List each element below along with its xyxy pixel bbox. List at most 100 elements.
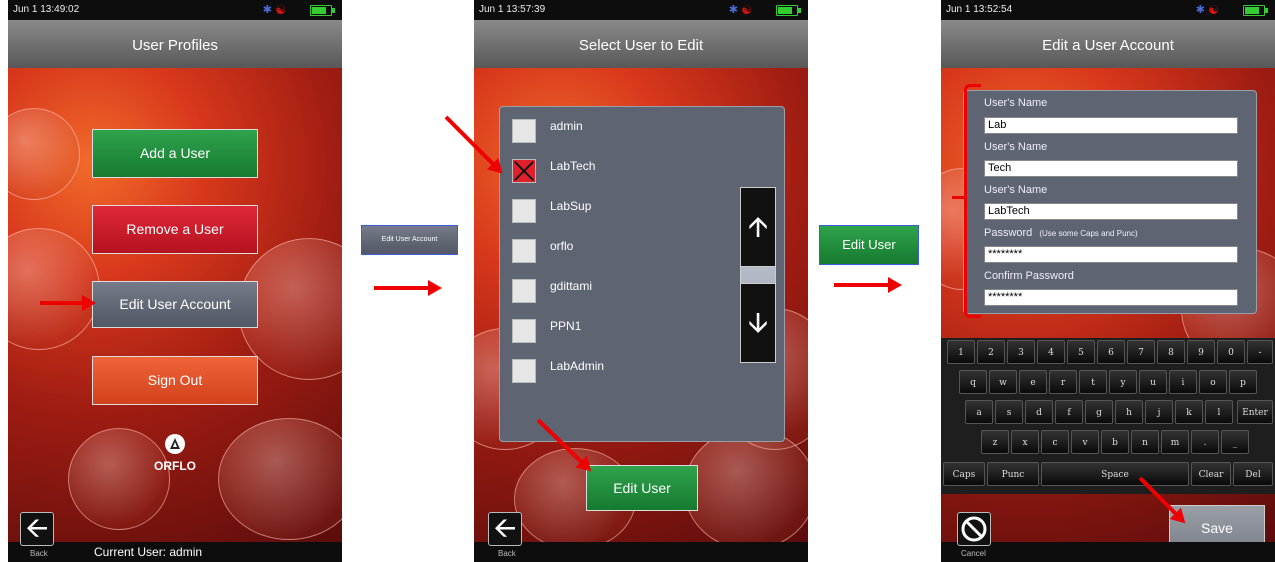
bluetooth-icon: ✱ bbox=[728, 4, 738, 16]
orflo-logo: ORFLO bbox=[150, 432, 200, 482]
annotation-arrow bbox=[834, 277, 902, 293]
status-time: Jun 1 13:52:54 bbox=[946, 4, 1013, 15]
user-checkbox[interactable] bbox=[512, 199, 536, 223]
key[interactable]: 5 bbox=[1067, 340, 1095, 364]
key[interactable]: 4 bbox=[1037, 340, 1065, 364]
user-checkbox[interactable] bbox=[512, 119, 536, 143]
username-field[interactable]: LabTech bbox=[984, 203, 1238, 220]
page-title: Select User to Edit bbox=[474, 20, 808, 68]
key[interactable]: 3 bbox=[1007, 340, 1035, 364]
orflo-logo-mark bbox=[165, 434, 185, 454]
bluetooth-icon: ✱ bbox=[262, 4, 272, 16]
key[interactable]: k bbox=[1175, 400, 1203, 424]
key[interactable]: i bbox=[1169, 370, 1197, 394]
key[interactable]: 7 bbox=[1127, 340, 1155, 364]
key[interactable]: h bbox=[1115, 400, 1143, 424]
punc-key[interactable]: Punc bbox=[987, 462, 1039, 486]
key[interactable]: j bbox=[1145, 400, 1173, 424]
user-checkbox[interactable] bbox=[512, 359, 536, 383]
password-label: Password (Use some Caps and Punc) bbox=[984, 227, 1138, 239]
user-checkbox[interactable] bbox=[512, 279, 536, 303]
page-title: User Profiles bbox=[8, 20, 342, 68]
scroll-down-button[interactable]: 🡫 bbox=[740, 283, 776, 363]
key[interactable]: a bbox=[965, 400, 993, 424]
scroll-up-button[interactable]: 🡩 bbox=[740, 187, 776, 267]
key[interactable]: r bbox=[1049, 370, 1077, 394]
user-name: gdittami bbox=[550, 279, 593, 293]
enter-key[interactable]: Enter bbox=[1237, 400, 1273, 424]
password-hint: (Use some Caps and Punc) bbox=[1039, 229, 1138, 238]
key[interactable]: d bbox=[1025, 400, 1053, 424]
bracket-tick bbox=[952, 196, 966, 199]
key[interactable]: w bbox=[989, 370, 1017, 394]
user-name: orflo bbox=[550, 239, 574, 253]
key[interactable]: g bbox=[1085, 400, 1113, 424]
key[interactable]: _ bbox=[1221, 430, 1249, 454]
user-name: LabSup bbox=[550, 199, 592, 213]
key[interactable]: e bbox=[1019, 370, 1047, 394]
user-row-gdittami[interactable]: gdittami bbox=[512, 279, 712, 309]
clear-key[interactable]: Clear bbox=[1191, 462, 1231, 486]
callout-edit-user-account-button: Edit User Account bbox=[361, 225, 458, 255]
user-row-labtech[interactable]: LabTech bbox=[512, 159, 712, 189]
key[interactable]: 2 bbox=[977, 340, 1005, 364]
keyboard: 1 2 3 4 5 6 7 8 9 0 - q w e r t y u i o … bbox=[941, 338, 1275, 494]
confirm-password-field[interactable]: ******** bbox=[984, 289, 1238, 306]
delete-key[interactable]: Del bbox=[1233, 462, 1273, 486]
key[interactable]: m bbox=[1161, 430, 1189, 454]
key[interactable]: f bbox=[1055, 400, 1083, 424]
key[interactable]: y bbox=[1109, 370, 1137, 394]
user-row-labadmin[interactable]: LabAdmin bbox=[512, 359, 712, 389]
back-button[interactable]: 🡨 bbox=[20, 512, 54, 546]
user-row-labsup[interactable]: LabSup bbox=[512, 199, 712, 229]
remove-user-button[interactable]: Remove a User bbox=[92, 205, 258, 254]
battery-icon bbox=[776, 5, 801, 16]
last-name-label: User's Name bbox=[984, 141, 1048, 153]
key[interactable]: o bbox=[1199, 370, 1227, 394]
key[interactable]: 6 bbox=[1097, 340, 1125, 364]
key[interactable]: 9 bbox=[1187, 340, 1215, 364]
key[interactable]: - bbox=[1247, 340, 1273, 364]
key[interactable]: b bbox=[1101, 430, 1129, 454]
key[interactable]: t bbox=[1079, 370, 1107, 394]
sign-out-button[interactable]: Sign Out bbox=[92, 356, 258, 405]
usb-icon: ☯ bbox=[1208, 3, 1219, 17]
key[interactable]: z bbox=[981, 430, 1009, 454]
user-name: LabAdmin bbox=[550, 359, 605, 373]
first-name-field[interactable]: Lab bbox=[984, 117, 1238, 134]
add-user-button[interactable]: Add a User bbox=[92, 129, 258, 178]
caps-key[interactable]: Caps bbox=[943, 462, 985, 486]
arrow-up-icon: 🡩 bbox=[747, 211, 769, 242]
key[interactable]: s bbox=[995, 400, 1023, 424]
user-row-admin[interactable]: admin bbox=[512, 119, 712, 149]
annotation-arrow bbox=[40, 295, 96, 311]
key[interactable]: n bbox=[1131, 430, 1159, 454]
edit-user-button[interactable]: Edit User bbox=[586, 465, 698, 511]
key[interactable]: 8 bbox=[1157, 340, 1185, 364]
password-field[interactable]: ******** bbox=[984, 246, 1238, 263]
key[interactable]: v bbox=[1071, 430, 1099, 454]
user-row-orflo[interactable]: orflo bbox=[512, 239, 712, 269]
cancel-button[interactable] bbox=[957, 512, 991, 546]
key[interactable]: . bbox=[1191, 430, 1219, 454]
key[interactable]: q bbox=[959, 370, 987, 394]
user-row-ppn1[interactable]: PPN1 bbox=[512, 319, 712, 349]
key[interactable]: x bbox=[1011, 430, 1039, 454]
key[interactable]: c bbox=[1041, 430, 1069, 454]
last-name-field[interactable]: Tech bbox=[984, 160, 1238, 177]
form-bracket-annotation bbox=[964, 84, 981, 318]
back-arrow-icon: 🡨 bbox=[25, 512, 49, 543]
user-checkbox[interactable] bbox=[512, 319, 536, 343]
back-button[interactable]: 🡨 bbox=[488, 512, 522, 546]
key[interactable]: p bbox=[1229, 370, 1257, 394]
edit-user-account-button[interactable]: Edit User Account bbox=[92, 281, 258, 328]
space-key[interactable]: Space bbox=[1041, 462, 1189, 486]
key[interactable]: 0 bbox=[1217, 340, 1245, 364]
user-checkbox[interactable] bbox=[512, 239, 536, 263]
user-checkbox-selected[interactable] bbox=[512, 159, 536, 183]
status-bar: Jun 1 13:52:54 ✱ ☯ bbox=[941, 0, 1275, 20]
key[interactable]: u bbox=[1139, 370, 1167, 394]
key[interactable]: l bbox=[1205, 400, 1233, 424]
key[interactable]: 1 bbox=[947, 340, 975, 364]
cancel-icon bbox=[961, 516, 987, 542]
